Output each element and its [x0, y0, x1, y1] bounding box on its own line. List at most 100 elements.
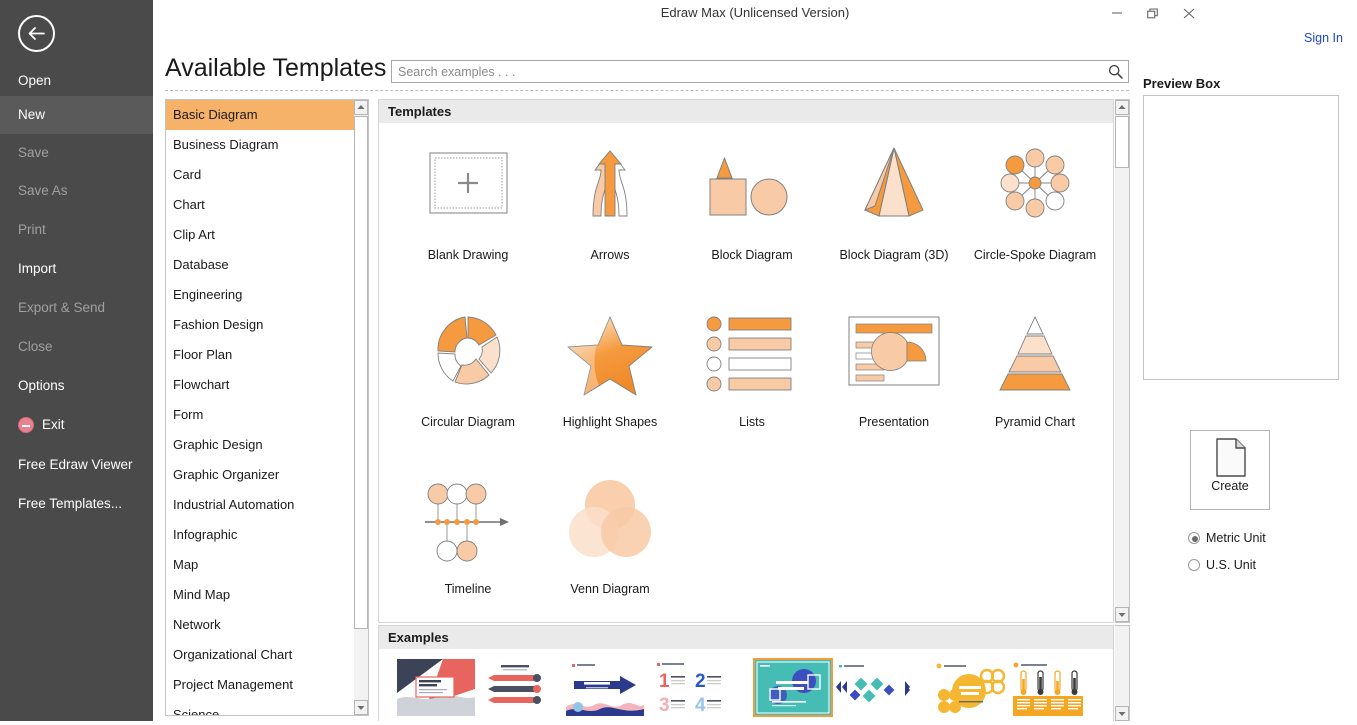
example-card[interactable]: 1 2 3 4: [651, 659, 729, 716]
search-box[interactable]: [391, 60, 1129, 83]
minimize-button[interactable]: [1100, 0, 1134, 24]
restore-icon: [1147, 8, 1158, 19]
highlight-shapes-thumb: [539, 297, 681, 415]
example-card[interactable]: [833, 659, 911, 716]
template-card-block-diagram[interactable]: Block Diagram: [681, 130, 823, 290]
nav-item-export-send: Export & Send: [0, 289, 153, 327]
category-item-label: Basic Diagram: [173, 107, 258, 122]
template-card-label: Arrows: [590, 248, 630, 262]
category-item-map[interactable]: Map: [166, 550, 367, 580]
category-item-fashion-design[interactable]: Fashion Design: [166, 310, 367, 340]
nav-item-open[interactable]: Open: [0, 62, 153, 100]
category-item-flowchart[interactable]: Flowchart: [166, 370, 367, 400]
example-card[interactable]: [1009, 659, 1087, 716]
svg-text:2: 2: [695, 671, 706, 692]
category-item-chart[interactable]: Chart: [166, 190, 367, 220]
category-item-floor-plan[interactable]: Floor Plan: [166, 340, 367, 370]
template-card-blank-drawing[interactable]: Blank Drawing: [397, 130, 539, 290]
template-card-circular-diagram[interactable]: Circular Diagram: [397, 297, 539, 457]
back-button[interactable]: [18, 15, 55, 52]
nav-item-free-templates[interactable]: Free Templates...: [0, 485, 153, 523]
category-item-label: Science: [173, 707, 220, 716]
category-item-card[interactable]: Card: [166, 160, 367, 190]
nav-item-new[interactable]: New: [0, 96, 153, 134]
category-item-infographic[interactable]: Infographic: [166, 520, 367, 550]
pyramid-chart-thumb: [964, 297, 1106, 415]
category-item-label: Engineering: [173, 287, 243, 302]
nav-item-label: New: [18, 107, 46, 122]
sign-in-link[interactable]: Sign In: [1304, 31, 1343, 45]
examples-scroll-down-button[interactable]: [1115, 706, 1129, 721]
category-scroll-up-button[interactable]: [354, 100, 368, 115]
template-card-arrows[interactable]: Arrows: [539, 130, 681, 290]
nav-item-free-edraw-viewer[interactable]: Free Edraw Viewer: [0, 446, 153, 484]
nav-item-options[interactable]: Options: [0, 367, 153, 405]
category-item-business-diagram[interactable]: Business Diagram: [166, 130, 367, 160]
example-card[interactable]: [476, 659, 554, 716]
category-item-mind-map[interactable]: Mind Map: [166, 580, 367, 610]
category-item-engineering[interactable]: Engineering: [166, 280, 367, 310]
category-item-label: Chart: [173, 197, 205, 212]
templates-grid: Blank Drawing Arrows Block Diagram Block…: [379, 123, 1113, 622]
nav-item-label: Close: [18, 339, 53, 354]
examples-scrollbar[interactable]: [1115, 625, 1130, 721]
template-card-label: Timeline: [444, 582, 492, 596]
category-item-network[interactable]: Network: [166, 610, 367, 640]
category-item-graphic-organizer[interactable]: Graphic Organizer: [166, 460, 367, 490]
metric-unit-label: Metric Unit: [1206, 531, 1266, 545]
nav-item-label: Save As: [18, 183, 68, 198]
preview-box: [1143, 95, 1339, 380]
example-card[interactable]: [566, 659, 644, 716]
template-card-pyramid-chart[interactable]: Pyramid Chart: [964, 297, 1106, 457]
chevron-up-icon: [357, 105, 365, 109]
category-list[interactable]: Basic Diagram Business Diagram Card Chart Cl…: [165, 99, 368, 716]
templates-scroll-down-button[interactable]: [1115, 607, 1129, 622]
category-item-basic-diagram[interactable]: Basic Diagram: [166, 100, 367, 130]
category-item-database[interactable]: Database: [166, 250, 367, 280]
nav-item-label: Free Edraw Viewer: [18, 457, 133, 472]
svg-text:1: 1: [659, 671, 670, 692]
nav-item-import[interactable]: Import: [0, 250, 153, 288]
close-button[interactable]: [1172, 0, 1206, 24]
search-input[interactable]: [392, 61, 1097, 82]
template-card-circle-spoke-diagram[interactable]: Circle-Spoke Diagram: [964, 130, 1106, 290]
nav-item-exit[interactable]: Exit: [0, 406, 153, 444]
category-item-label: Business Diagram: [173, 137, 279, 152]
templates-scroll-thumb[interactable]: [1115, 116, 1129, 168]
template-card-label: Venn Diagram: [570, 582, 650, 596]
category-item-label: Project Management: [173, 677, 293, 692]
template-card-presentation[interactable]: Presentation: [823, 297, 965, 457]
category-item-clip-art[interactable]: Clip Art: [166, 220, 367, 250]
search-icon[interactable]: [1108, 64, 1123, 79]
template-card-lists[interactable]: Lists: [681, 297, 823, 457]
circle-spoke-thumb: [964, 130, 1106, 248]
template-card-highlight-shapes[interactable]: Highlight Shapes: [539, 297, 681, 457]
nav-item-print: Print: [0, 211, 153, 249]
templates-scrollbar[interactable]: [1115, 99, 1130, 623]
maximize-button[interactable]: [1136, 0, 1170, 24]
example-card[interactable]: [931, 659, 1009, 716]
example-card[interactable]: [753, 658, 833, 717]
category-scroll-down-button[interactable]: [354, 700, 368, 715]
template-card-venn-diagram[interactable]: Venn Diagram: [539, 464, 681, 622]
nav-item-close: Close: [0, 328, 153, 366]
template-card-label: Block Diagram: [711, 248, 793, 262]
nav-item-label: Print: [18, 222, 46, 237]
template-card-timeline[interactable]: Timeline: [397, 464, 539, 622]
category-item-graphic-design[interactable]: Graphic Design: [166, 430, 367, 460]
create-button[interactable]: Create: [1190, 430, 1270, 510]
category-item-industrial-automation[interactable]: Industrial Automation: [166, 490, 367, 520]
example-card[interactable]: [397, 659, 475, 716]
template-card-label: Circular Diagram: [421, 415, 515, 429]
category-item-science[interactable]: Science: [166, 700, 367, 716]
category-item-organizational-chart[interactable]: Organizational Chart: [166, 640, 367, 670]
template-card-label: Lists: [739, 415, 765, 429]
category-item-form[interactable]: Form: [166, 400, 367, 430]
category-scrollbar[interactable]: [354, 99, 369, 716]
category-item-label: Industrial Automation: [173, 497, 295, 512]
category-item-project-management[interactable]: Project Management: [166, 670, 367, 700]
category-item-label: Fashion Design: [173, 317, 264, 332]
template-card-block-diagram-3d[interactable]: Block Diagram (3D): [823, 130, 965, 290]
category-scroll-thumb[interactable]: [354, 116, 368, 629]
templates-scroll-up-button[interactable]: [1115, 100, 1129, 115]
